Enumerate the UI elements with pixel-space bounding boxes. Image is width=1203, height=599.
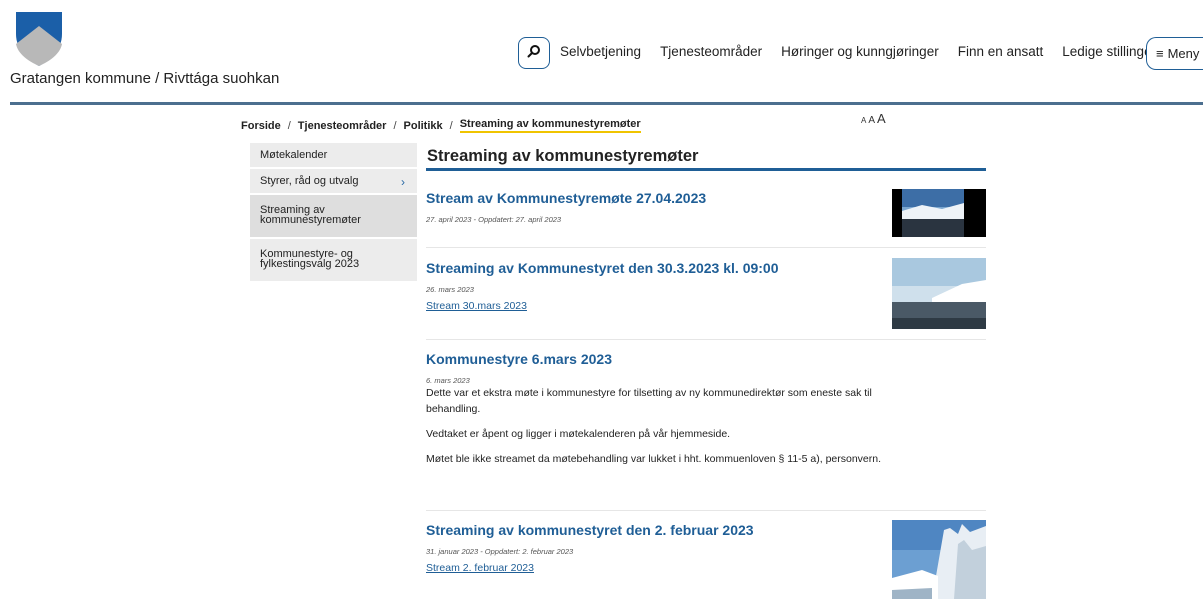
municipality-logo[interactable] [14, 10, 64, 68]
nav-ledige-stillinger[interactable]: Ledige stillinger [1062, 44, 1156, 59]
article-paragraph: Møtet ble ikke streamet da møtebehandlin… [426, 453, 882, 465]
article-thumbnail[interactable] [892, 189, 986, 237]
text-size-small[interactable]: A [861, 116, 866, 125]
sidebar-item-label: Møtekalender [260, 149, 328, 161]
sidebar-item-streaming[interactable]: Streaming av kommunestyremøter [250, 195, 417, 239]
nav-horinger[interactable]: Høringer og kunngjøringer [781, 44, 939, 59]
header-divider [10, 102, 1203, 105]
nav-finn-ansatt[interactable]: Finn en ansatt [958, 44, 1044, 59]
menu-label: Meny [1167, 46, 1200, 61]
article-title[interactable]: Kommunestyre 6.mars 2023 [426, 351, 986, 367]
hamburger-icon: ≡ [1156, 46, 1164, 61]
article-paragraph: Vedtaket er åpent og ligger i møtekalend… [426, 428, 731, 440]
text-size-large[interactable]: A [877, 111, 886, 126]
nav-tjenesteomrader[interactable]: Tjenesteområder [660, 44, 762, 59]
search-icon [527, 44, 541, 63]
text-size-controls: A A A [861, 111, 886, 126]
article-divider [426, 339, 986, 340]
sidebar-item-label: Kommunestyre- og fylkestingsvalg 2023 [260, 248, 360, 270]
breadcrumb: Forside / Tjenesteområder / Politikk / S… [241, 118, 641, 133]
main-content: Streaming av kommunestyremøter Stream av… [426, 143, 986, 599]
sidebar-item-valg-2023[interactable]: Kommunestyre- og fylkestingsvalg 2023 [250, 239, 417, 283]
menu-button[interactable]: ≡ Meny [1146, 37, 1203, 70]
article-body: Dette var et ekstra møte i kommunestyre … [426, 385, 986, 467]
title-underline [426, 168, 986, 171]
breadcrumb-current: Streaming av kommunestyremøter [459, 118, 641, 133]
article-divider [426, 510, 986, 511]
article-paragraph: Dette var et ekstra møte i kommunestyre … [426, 387, 872, 415]
sidebar-item-motekalender[interactable]: Møtekalender [250, 143, 417, 169]
article-link[interactable]: Stream 2. februar 2023 [426, 562, 534, 574]
article-item: Kommunestyre 6.mars 2023 6. mars 2023 De… [426, 351, 986, 476]
article-divider [426, 247, 986, 248]
sidebar-item-label: Streaming av kommunestyremøter [260, 204, 361, 226]
nav-selvbetjening[interactable]: Selvbetjening [560, 44, 641, 59]
sidebar-item-styrer[interactable]: Styrer, råd og utvalg › [250, 169, 417, 195]
article-date: 6. mars 2023 [426, 376, 470, 385]
article-thumbnail[interactable] [892, 258, 986, 329]
sidebar-nav: Møtekalender Styrer, råd og utvalg › Str… [250, 143, 417, 283]
breadcrumb-separator: / [449, 119, 453, 132]
article-link[interactable]: Stream 30.mars 2023 [426, 300, 527, 312]
breadcrumb-forside[interactable]: Forside [241, 120, 281, 132]
main-nav: Selvbetjening Tjenesteområder Høringer o… [560, 44, 1175, 59]
breadcrumb-tjenesteomrader[interactable]: Tjenesteområder [298, 120, 387, 132]
breadcrumb-separator: / [287, 119, 291, 132]
search-button[interactable] [518, 37, 550, 69]
sidebar-item-label: Styrer, råd og utvalg [260, 175, 359, 187]
text-size-medium[interactable]: A [868, 115, 875, 126]
page-title: Streaming av kommunestyremøter [427, 147, 699, 165]
breadcrumb-politikk[interactable]: Politikk [404, 120, 443, 132]
chevron-right-icon: › [401, 175, 405, 189]
article-thumbnail[interactable] [892, 520, 986, 599]
breadcrumb-separator: / [393, 119, 397, 132]
site-name[interactable]: Gratangen kommune / Rivttága suohkan [10, 70, 279, 87]
